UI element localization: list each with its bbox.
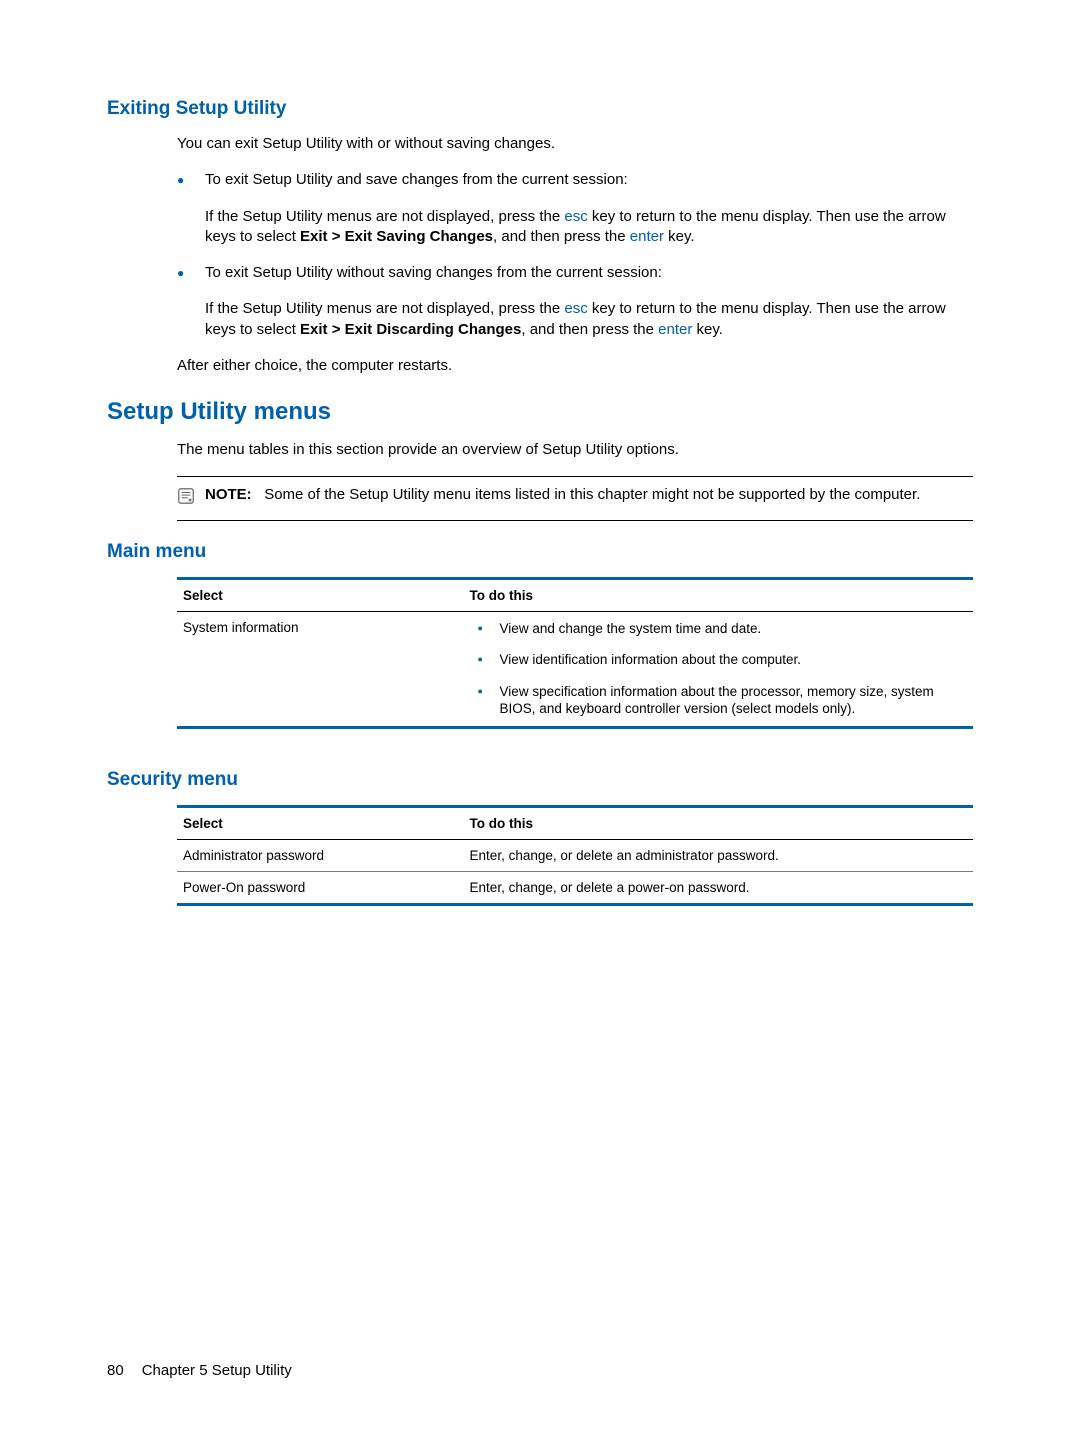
table-header-row: Select To do this [177,806,973,839]
heading-main-menu: Main menu [107,541,973,563]
main-menu-table: Select To do this System information Vie… [177,577,973,729]
note-text: NOTE: Some of the Setup Utility menu ite… [205,485,973,505]
page-footer: 80 Chapter 5 Setup Utility [107,1362,292,1379]
cell-select: Power-On password [177,871,464,904]
cell-todo: Enter, change, or delete an administrato… [464,839,973,871]
esc-key: esc [564,300,587,317]
table-row: System information View and change the s… [177,611,973,727]
bullet-item: ● To exit Setup Utility and save changes… [177,170,973,190]
bullet-detail: If the Setup Utility menus are not displ… [205,299,973,340]
list-item: View specification information about the… [470,683,967,718]
enter-key: enter [658,321,692,338]
bullet-text: To exit Setup Utility without saving cha… [205,263,973,283]
menu-path: Exit > Exit Discarding Changes [300,321,521,338]
document-page: Exiting Setup Utility You can exit Setup… [0,0,1080,1437]
enter-key: enter [630,228,664,245]
security-menu-table: Select To do this Administrator password… [177,805,973,906]
table-header-row: Select To do this [177,578,973,611]
list-item: View identification information about th… [470,651,967,669]
list-item: View and change the system time and date… [470,620,967,638]
intro-paragraph: You can exit Setup Utility with or witho… [177,134,973,154]
overview-paragraph: The menu tables in this section provide … [177,440,973,460]
cell-todo: View and change the system time and date… [464,611,973,727]
outro-paragraph: After either choice, the computer restar… [177,356,973,376]
bullet-detail: If the Setup Utility menus are not displ… [205,207,973,248]
heading-setup-utility-menus: Setup Utility menus [107,398,973,426]
bullet-text: To exit Setup Utility and save changes f… [205,170,973,190]
col-todo: To do this [464,806,973,839]
table-row: Power-On password Enter, change, or dele… [177,871,973,904]
col-select: Select [177,578,464,611]
chapter-label: Chapter 5 Setup Utility [142,1362,292,1379]
page-number: 80 [107,1362,124,1379]
heading-exiting-setup-utility: Exiting Setup Utility [107,98,973,120]
col-select: Select [177,806,464,839]
cell-select: Administrator password [177,839,464,871]
heading-security-menu: Security menu [107,769,973,791]
bullet-item: ● To exit Setup Utility without saving c… [177,263,973,283]
menu-path: Exit > Exit Saving Changes [300,228,493,245]
esc-key: esc [564,208,587,225]
note-icon [177,487,197,511]
bullet-icon: ● [177,170,205,190]
col-todo: To do this [464,578,973,611]
cell-select: System information [177,611,464,727]
cell-todo: Enter, change, or delete a power-on pass… [464,871,973,904]
note-block: NOTE: Some of the Setup Utility menu ite… [177,476,973,520]
table-row: Administrator password Enter, change, or… [177,839,973,871]
bullet-icon: ● [177,263,205,283]
